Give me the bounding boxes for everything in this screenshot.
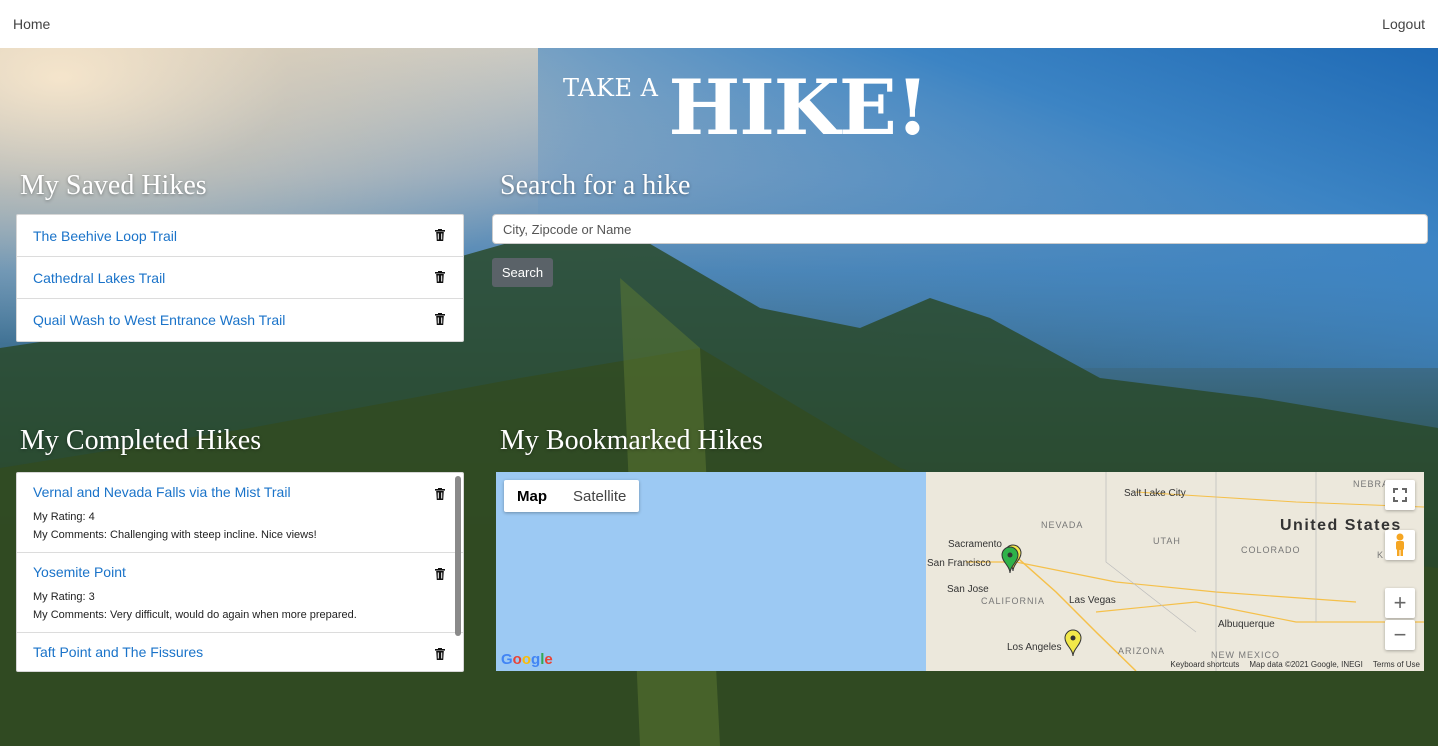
zoom-out-button[interactable]: − bbox=[1385, 620, 1415, 650]
saved-hikes-list: The Beehive Loop Trail Cathedral Lakes T… bbox=[16, 214, 464, 342]
saved-hike-link[interactable]: Quail Wash to West Entrance Wash Trail bbox=[33, 312, 285, 328]
list-item: Taft Point and The Fissures bbox=[17, 633, 463, 671]
map-state-label: NEW MEXICO bbox=[1211, 650, 1281, 660]
trash-icon[interactable] bbox=[435, 648, 445, 660]
map-state-label: NEBRA bbox=[1353, 479, 1390, 489]
trash-icon[interactable] bbox=[435, 488, 445, 500]
map-state-label: K bbox=[1377, 550, 1385, 560]
map-city-label: Salt Lake City bbox=[1124, 488, 1186, 499]
trash-icon[interactable] bbox=[435, 568, 445, 580]
bookmarked-map[interactable]: Map Satellite Salt Lake City Sacramento … bbox=[496, 472, 1424, 671]
list-item: Cathedral Lakes Trail bbox=[17, 257, 463, 299]
fullscreen-icon[interactable] bbox=[1385, 480, 1415, 510]
map-marker-icon[interactable] bbox=[1001, 546, 1019, 579]
list-item: The Beehive Loop Trail bbox=[17, 215, 463, 257]
saved-hikes-heading: My Saved Hikes bbox=[20, 170, 207, 201]
map-city-label: Las Vegas bbox=[1069, 595, 1116, 606]
map-state-label: COLORADO bbox=[1241, 545, 1301, 555]
trash-icon[interactable] bbox=[435, 229, 445, 241]
list-item: Vernal and Nevada Falls via the Mist Tra… bbox=[17, 473, 463, 553]
map-attribution: Keyboard shortcuts Map data ©2021 Google… bbox=[1170, 660, 1420, 669]
navbar: Home Logout bbox=[0, 0, 1438, 48]
keyboard-shortcuts-link[interactable]: Keyboard shortcuts bbox=[1170, 660, 1239, 669]
site-title: TAKE A HIKE! bbox=[563, 63, 929, 152]
map-city-label: Los Angeles bbox=[1007, 642, 1062, 653]
title-big: HIKE! bbox=[668, 63, 929, 152]
map-type-map[interactable]: Map bbox=[504, 480, 560, 512]
list-item: Yosemite Point My Rating: 3 My Comments:… bbox=[17, 553, 463, 633]
title-small: TAKE A bbox=[563, 74, 659, 102]
search-input[interactable]: City, Zipcode or Name bbox=[492, 214, 1428, 244]
completed-hikes-heading: My Completed Hikes bbox=[20, 425, 262, 456]
map-marker-icon[interactable] bbox=[1064, 629, 1082, 662]
pegman-icon[interactable] bbox=[1385, 530, 1415, 560]
map-data-text: Map data ©2021 Google, INEGI bbox=[1249, 660, 1363, 669]
map-type-control: Map Satellite bbox=[504, 480, 640, 512]
trash-icon[interactable] bbox=[435, 313, 445, 325]
completed-hike-link[interactable]: Yosemite Point bbox=[33, 564, 126, 580]
map-city-label: San Francisco bbox=[927, 558, 991, 569]
zoom-in-button[interactable]: + bbox=[1385, 588, 1415, 618]
google-logo: Google bbox=[501, 651, 553, 668]
saved-hike-link[interactable]: The Beehive Loop Trail bbox=[33, 228, 177, 244]
bookmarked-hikes-heading: My Bookmarked Hikes bbox=[500, 425, 763, 456]
saved-hike-link[interactable]: Cathedral Lakes Trail bbox=[33, 270, 165, 286]
search-button[interactable]: Search bbox=[492, 258, 553, 287]
terms-link[interactable]: Terms of Use bbox=[1373, 660, 1420, 669]
search-heading: Search for a hike bbox=[500, 170, 691, 201]
map-city-label: Albuquerque bbox=[1218, 619, 1275, 630]
rating-text: My Rating: 3 bbox=[33, 591, 95, 603]
comments-text: My Comments: Challenging with steep incl… bbox=[33, 529, 317, 541]
map-city-label: San Jose bbox=[947, 584, 989, 595]
map-country-label: United States bbox=[1280, 517, 1402, 534]
logout-link[interactable]: Logout bbox=[1382, 16, 1425, 32]
map-state-label: CALIFORNIA bbox=[981, 596, 1046, 606]
map-state-label: NEVADA bbox=[1041, 520, 1084, 530]
trash-icon[interactable] bbox=[435, 271, 445, 283]
list-item: Quail Wash to West Entrance Wash Trail bbox=[17, 299, 463, 341]
rating-text: My Rating: 4 bbox=[33, 511, 95, 523]
map-state-label: UTAH bbox=[1153, 536, 1181, 546]
completed-hike-link[interactable]: Vernal and Nevada Falls via the Mist Tra… bbox=[33, 484, 291, 500]
map-city-label: Sacramento bbox=[948, 539, 1002, 550]
comments-text: My Comments: Very difficult, would do ag… bbox=[33, 609, 357, 621]
map-state-label: ARIZONA bbox=[1118, 646, 1166, 656]
completed-hikes-list: Vernal and Nevada Falls via the Mist Tra… bbox=[16, 472, 464, 672]
home-link[interactable]: Home bbox=[13, 16, 50, 32]
completed-hike-link[interactable]: Taft Point and The Fissures bbox=[33, 644, 203, 660]
map-type-satellite[interactable]: Satellite bbox=[560, 480, 639, 512]
scrollbar[interactable] bbox=[455, 476, 461, 636]
